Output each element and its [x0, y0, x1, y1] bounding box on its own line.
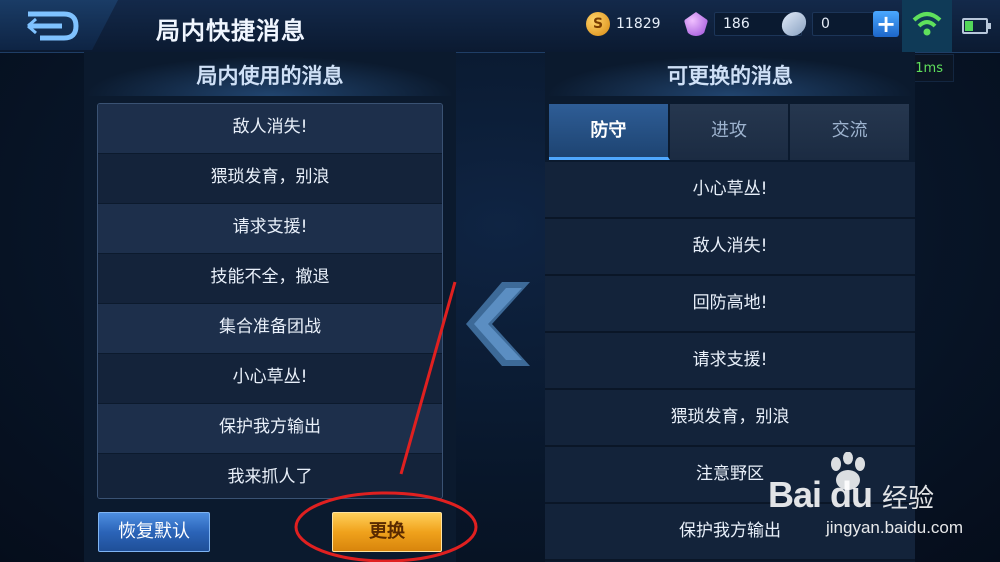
list-item[interactable]: 保护我方输出: [98, 404, 442, 454]
baidu-watermark: Bai du 经验 jingyan.baidu.com: [768, 452, 968, 552]
chevron-left-icon: [466, 282, 530, 366]
gold-value: 11829: [616, 16, 661, 32]
tab-defense[interactable]: 防守: [549, 104, 670, 160]
list-item[interactable]: 小心草丛!: [545, 162, 915, 219]
gold-counter: S 11829: [586, 12, 661, 36]
list-item[interactable]: 小心草丛!: [98, 354, 442, 404]
reset-default-button[interactable]: 恢复默认: [98, 512, 210, 552]
category-tabs: 防守 进攻 交流: [549, 104, 912, 160]
coupon-card-icon: [780, 12, 808, 36]
battery-icon: [962, 18, 991, 34]
list-item[interactable]: 敌人消失!: [545, 219, 915, 276]
left-panel-title: 局内使用的消息: [84, 56, 456, 96]
network-status[interactable]: [902, 0, 952, 52]
list-item[interactable]: 技能不全，撤退: [98, 254, 442, 304]
tab-communication[interactable]: 交流: [790, 104, 912, 160]
list-item[interactable]: 敌人消失!: [98, 104, 442, 154]
list-item[interactable]: 集合准备团战: [98, 304, 442, 354]
watermark-cn: 经验: [882, 484, 935, 514]
watermark-url: jingyan.baidu.com: [826, 518, 964, 537]
list-item[interactable]: 请求支援!: [545, 333, 915, 390]
list-item[interactable]: 请求支援!: [98, 204, 442, 254]
swap-button[interactable]: 更换: [332, 512, 442, 552]
page-title: 局内快捷消息: [156, 17, 306, 45]
wifi-icon: [912, 12, 942, 36]
list-item[interactable]: 回防高地!: [545, 276, 915, 333]
add-currency-button[interactable]: +: [873, 11, 899, 37]
gold-coin-icon: S: [586, 12, 610, 36]
watermark-brand: Bai du: [768, 474, 873, 515]
list-item[interactable]: 我来抓人了: [98, 454, 442, 498]
list-item[interactable]: 猥琐发育，别浪: [545, 390, 915, 447]
right-panel-title: 可更换的消息: [545, 56, 915, 96]
in-game-message-list: 敌人消失! 猥琐发育，别浪 请求支援! 技能不全，撤退 集合准备团战 小心草丛!…: [97, 103, 443, 499]
tab-attack[interactable]: 进攻: [669, 104, 791, 160]
gem-icon: [684, 12, 708, 36]
back-arrow-icon: [27, 11, 79, 41]
list-item[interactable]: 猥琐发育，别浪: [98, 154, 442, 204]
